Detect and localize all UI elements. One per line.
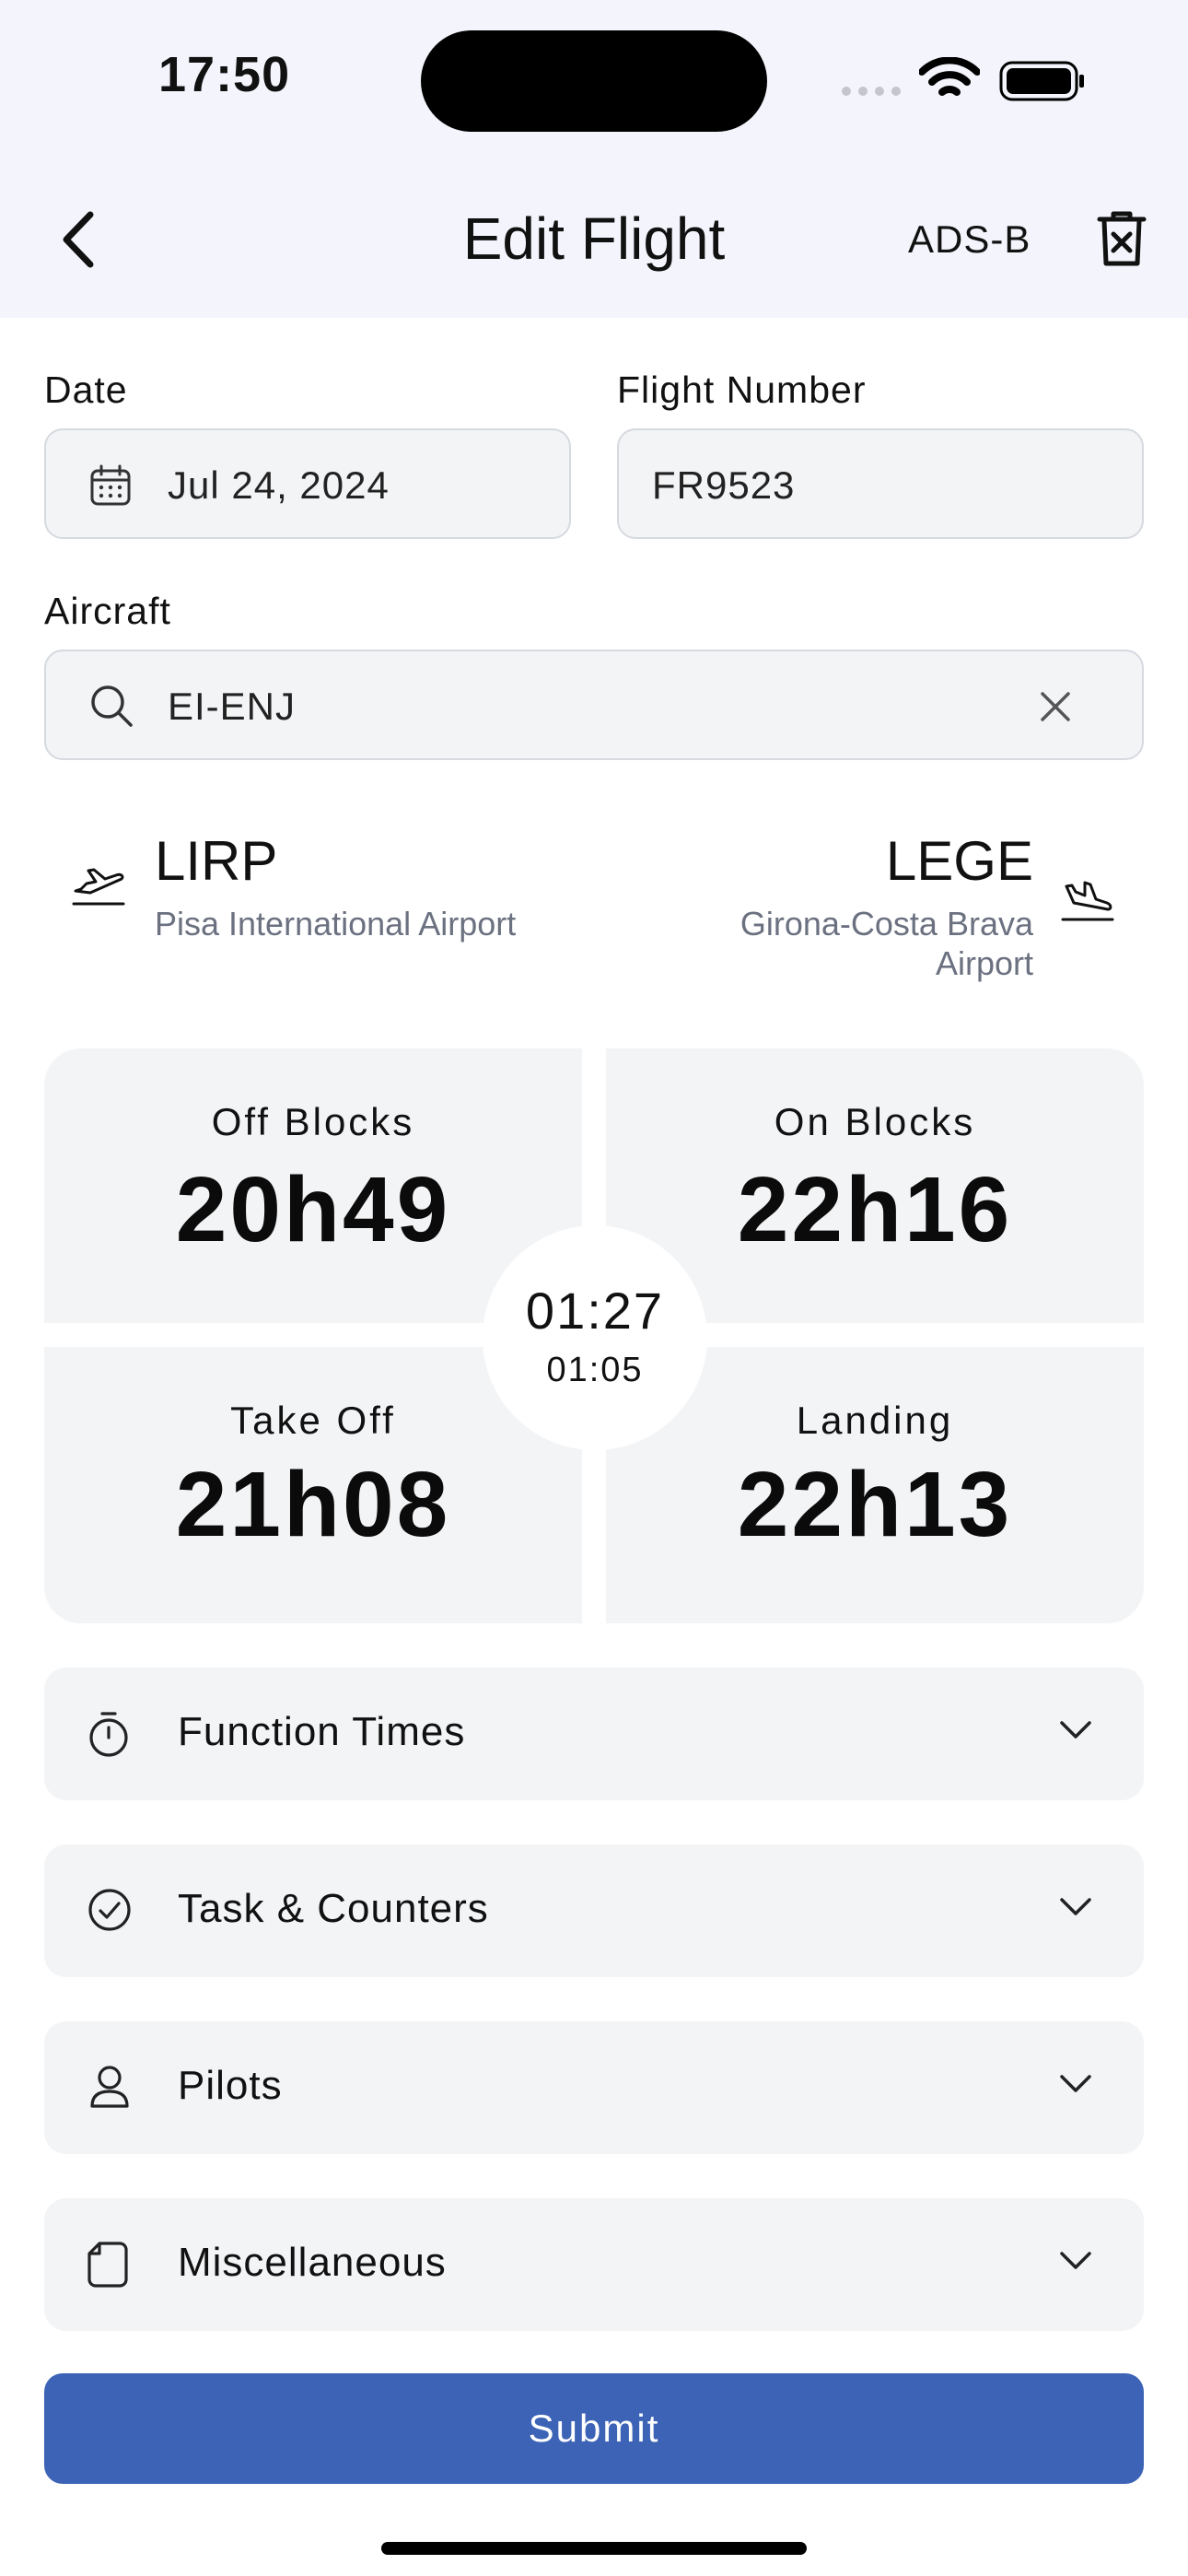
landing-plane-icon (1061, 877, 1116, 925)
search-icon (88, 683, 134, 729)
date-value: Jul 24, 2024 (168, 463, 390, 507)
departure-icao: LIRP (155, 830, 278, 892)
chevron-down-icon (1059, 1896, 1092, 1918)
take-off-value: 21h08 (175, 1453, 451, 1556)
delete-trash-icon[interactable] (1096, 210, 1147, 267)
chevron-down-icon (1059, 2073, 1092, 2095)
section-task-counters[interactable]: Task & Counters (44, 1844, 1144, 1977)
section-function-times[interactable]: Function Times (44, 1668, 1144, 1800)
status-time: 17:50 (158, 47, 291, 102)
section-miscellaneous[interactable]: Miscellaneous (44, 2198, 1144, 2331)
date-label: Date (44, 369, 128, 411)
dynamic-island (421, 30, 767, 132)
aircraft-value: EI-ENJ (168, 685, 297, 728)
off-blocks-label: Off Blocks (211, 1100, 415, 1143)
arrival-icao: LEGE (885, 830, 1033, 892)
check-circle-icon (87, 1887, 133, 1933)
clear-icon[interactable] (1039, 690, 1072, 723)
person-icon (87, 2064, 133, 2112)
adsb-button[interactable]: ADS-B (908, 217, 1031, 262)
home-indicator[interactable] (381, 2542, 807, 2555)
flight-time-value: 01:05 (546, 1351, 644, 1389)
scroll-fade (0, 2331, 1188, 2359)
flight-number-field[interactable]: FR9523 (617, 428, 1144, 539)
chevron-down-icon (1059, 2250, 1092, 2272)
date-field[interactable]: Jul 24, 2024 (44, 428, 571, 539)
aircraft-label: Aircraft (44, 590, 171, 632)
arrival-airport-name-line2: Airport (935, 944, 1033, 982)
take-off-label: Take Off (230, 1399, 396, 1442)
departure-airport-name: Pisa International Airport (155, 905, 517, 943)
on-blocks-value: 22h16 (737, 1158, 1013, 1261)
section-label: Function Times (178, 1709, 466, 1754)
calendar-icon (88, 463, 133, 508)
wifi-icon (919, 57, 980, 101)
flight-number-value: FR9523 (652, 463, 796, 507)
stopwatch-icon (87, 1710, 131, 1758)
cellular-signal-icon (840, 85, 904, 98)
section-pilots[interactable]: Pilots (44, 2021, 1144, 2154)
section-label: Pilots (178, 2063, 283, 2108)
landing-label: Landing (796, 1399, 954, 1442)
chevron-down-icon (1059, 1719, 1092, 1741)
submit-button[interactable]: Submit (44, 2373, 1144, 2484)
takeoff-plane-icon (72, 861, 127, 907)
document-icon (87, 2241, 129, 2289)
section-label: Task & Counters (178, 1886, 489, 1931)
section-label: Miscellaneous (178, 2240, 447, 2285)
flight-number-label: Flight Number (617, 369, 867, 411)
landing-value: 22h13 (737, 1453, 1013, 1556)
block-time-value: 01:27 (525, 1282, 665, 1340)
off-blocks-value: 20h49 (175, 1158, 451, 1261)
on-blocks-label: On Blocks (774, 1100, 976, 1143)
battery-icon (999, 61, 1086, 101)
aircraft-search-field[interactable]: EI-ENJ (44, 650, 1144, 760)
arrival-airport-name-line1: Girona-Costa Brava (740, 905, 1033, 943)
